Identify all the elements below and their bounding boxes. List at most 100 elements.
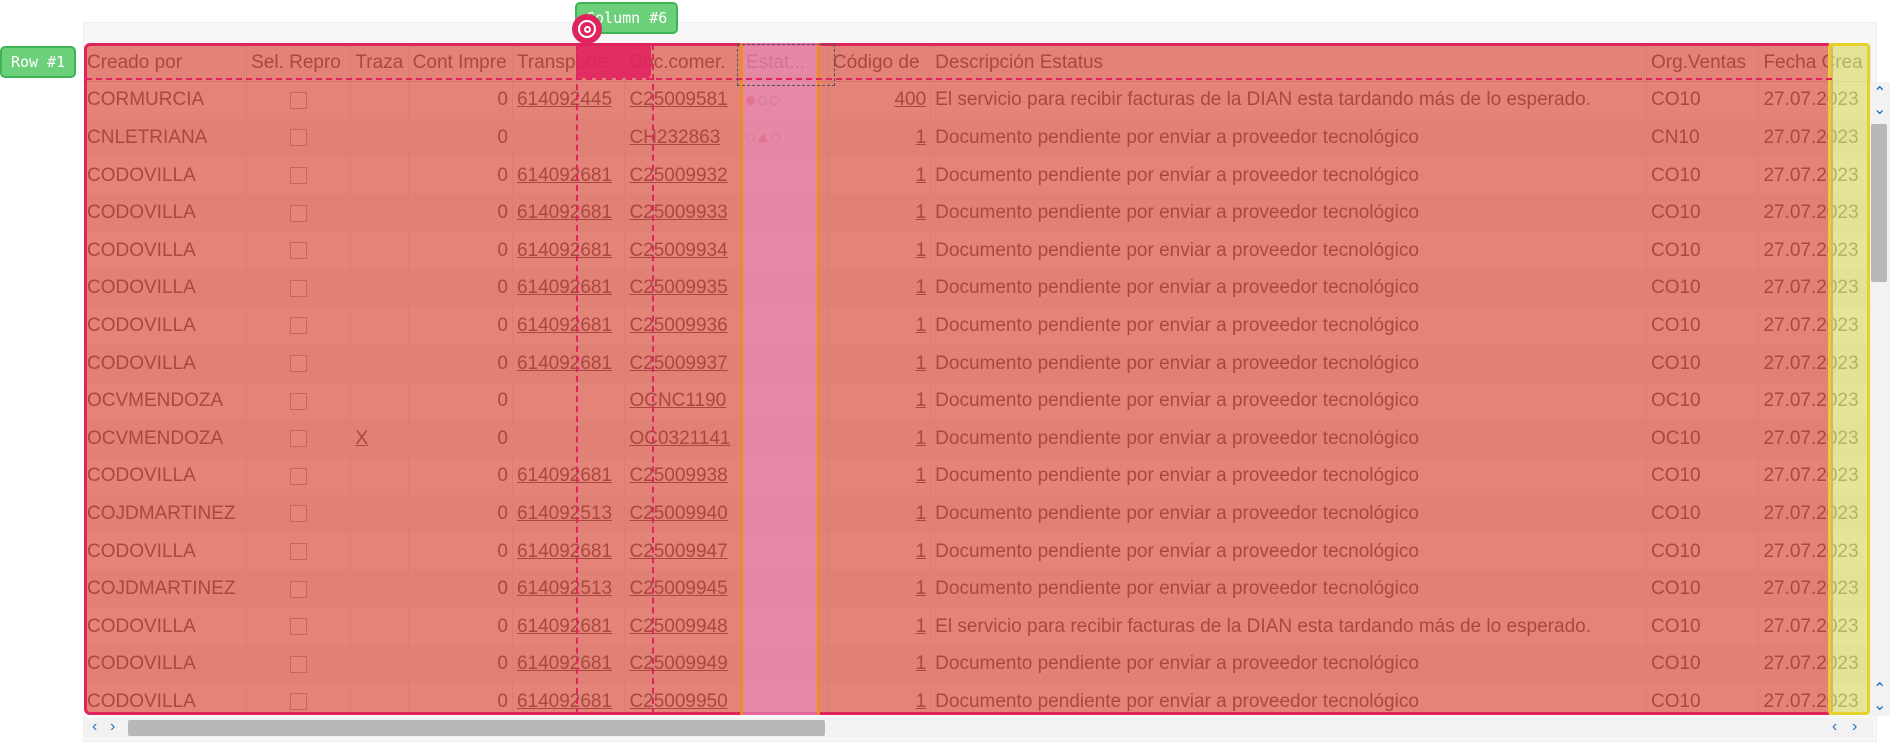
cell-transport[interactable] — [512, 382, 626, 421]
cell-code[interactable]: 1 — [828, 457, 932, 496]
cell-code[interactable]: 1 — [828, 645, 932, 684]
commercial-doc-link[interactable]: C25009949 — [629, 653, 727, 674]
table-row[interactable]: CODOVILLA 0 614092681 C25009934 1 Documento p… — [83, 231, 1871, 271]
reprocess-checkbox[interactable] — [290, 693, 308, 711]
transport-link[interactable]: 614092681 — [517, 240, 612, 261]
commercial-doc-link[interactable]: C25009932 — [629, 165, 727, 186]
table-row[interactable]: CODOVILLA 0 614092681 C25009932 1 Documento p… — [83, 156, 1871, 195]
column-header[interactable]: Fecha Crea — [1758, 44, 1871, 83]
transport-link[interactable]: 614092445 — [517, 89, 612, 110]
cell-code[interactable]: 1 — [828, 495, 932, 534]
commercial-doc-link[interactable]: CH232863 — [629, 127, 720, 148]
cell-select-reprocess[interactable] — [246, 119, 352, 158]
reprocess-checkbox[interactable] — [290, 355, 308, 373]
table-row[interactable]: CODOVILLA 0 614092681 C25009935 1 Documento p… — [83, 269, 1871, 308]
reprocess-checkbox[interactable] — [290, 91, 308, 109]
commercial-doc-link[interactable]: C25009935 — [629, 277, 727, 298]
table-row[interactable]: OCVMENDOZA 0 OCNC1190 1 Documento pendiente … — [83, 382, 1871, 421]
commercial-doc-link[interactable]: C25009581 — [629, 89, 727, 110]
cell-select-reprocess[interactable] — [246, 457, 352, 496]
cell-commercial-doc[interactable]: C25009950 — [624, 683, 742, 716]
transport-link[interactable]: 614092681 — [517, 653, 612, 674]
cell-commercial-doc[interactable]: CH232863 — [624, 119, 742, 158]
status-code-link[interactable]: 1 — [916, 240, 927, 261]
cell-trace[interactable] — [350, 269, 409, 308]
cell-transport[interactable]: 614092681 — [512, 457, 626, 496]
reprocess-checkbox[interactable] — [290, 430, 308, 448]
table-row[interactable]: CODOVILLA 0 614092681 C25009948 1 El servicio… — [83, 607, 1871, 646]
status-code-link[interactable]: 1 — [916, 353, 927, 374]
commercial-doc-link[interactable]: OC0321141 — [629, 428, 730, 449]
cell-select-reprocess[interactable] — [246, 231, 352, 271]
transport-link[interactable]: 614092681 — [517, 202, 612, 223]
table-row[interactable]: COJDMARTINEZ 0 614092513 C25009940 1 Document… — [83, 495, 1871, 534]
status-code-link[interactable]: 400 — [894, 89, 926, 110]
chevron-up-icon[interactable]: ⌃ — [1873, 682, 1886, 698]
cell-commercial-doc[interactable]: C25009938 — [624, 457, 742, 496]
transport-link[interactable]: 614092681 — [517, 315, 612, 336]
cell-commercial-doc[interactable]: C25009940 — [624, 495, 742, 534]
cell-transport[interactable]: 614092681 — [512, 307, 626, 346]
reprocess-checkbox[interactable] — [290, 129, 308, 147]
horizontal-scroll-thumb[interactable] — [128, 720, 825, 736]
column-header[interactable]: Sel. Repro — [246, 44, 352, 83]
cell-trace[interactable] — [350, 532, 409, 571]
chevron-right-icon[interactable]: › — [1852, 719, 1857, 735]
cell-transport[interactable]: 614092513 — [512, 570, 626, 609]
cell-transport[interactable] — [512, 119, 626, 158]
table-row[interactable]: CODOVILLA 0 614092681 C25009936 1 Documento p… — [83, 307, 1871, 346]
cell-transport[interactable]: 614092681 — [512, 683, 626, 716]
commercial-doc-link[interactable]: C25009950 — [629, 691, 727, 712]
transport-link[interactable]: 614092681 — [517, 691, 612, 712]
cell-commercial-doc[interactable]: C25009933 — [624, 194, 742, 233]
chevron-left-icon[interactable]: ‹ — [92, 719, 97, 735]
cell-select-reprocess[interactable] — [246, 344, 352, 383]
transport-link[interactable]: 614092681 — [517, 353, 612, 374]
cell-code[interactable]: 1 — [828, 194, 932, 233]
commercial-doc-link[interactable]: C25009938 — [629, 465, 727, 486]
status-code-link[interactable]: 1 — [916, 165, 927, 186]
cell-code[interactable]: 1 — [828, 344, 932, 383]
cell-code[interactable]: 1 — [828, 382, 932, 421]
reprocess-checkbox[interactable] — [290, 655, 308, 673]
cell-commercial-doc[interactable]: C25009945 — [624, 570, 742, 609]
commercial-doc-link[interactable]: C25009937 — [629, 353, 727, 374]
reprocess-checkbox[interactable] — [290, 505, 308, 523]
cell-trace[interactable] — [350, 457, 409, 496]
status-code-link[interactable]: 1 — [916, 541, 927, 562]
cell-code[interactable]: 1 — [828, 231, 932, 271]
cell-commercial-doc[interactable]: C25009937 — [624, 344, 742, 383]
status-code-link[interactable]: 1 — [916, 127, 927, 148]
commercial-doc-link[interactable]: C25009947 — [629, 541, 727, 562]
status-code-link[interactable]: 1 — [916, 691, 927, 712]
cell-trace[interactable] — [350, 683, 409, 716]
cell-select-reprocess[interactable] — [246, 269, 352, 308]
status-code-link[interactable]: 1 — [916, 277, 927, 298]
table-row[interactable]: CNLETRIANA 0 CH232863 1 Documento pendiente … — [83, 119, 1871, 158]
table-row[interactable]: CODOVILLA 0 614092681 C25009950 1 Documento p… — [83, 683, 1871, 716]
cell-trace[interactable]: X — [350, 419, 409, 459]
cell-transport[interactable]: 614092681 — [512, 231, 626, 271]
cell-select-reprocess[interactable] — [246, 645, 352, 684]
transport-link[interactable]: 614092681 — [517, 616, 612, 637]
column-header[interactable]: Traza — [350, 44, 409, 83]
status-code-link[interactable]: 1 — [916, 503, 927, 524]
reprocess-checkbox[interactable] — [290, 392, 308, 410]
reprocess-checkbox[interactable] — [290, 279, 308, 297]
commercial-doc-link[interactable]: C25009948 — [629, 616, 727, 637]
commercial-doc-link[interactable]: OCNC1190 — [629, 390, 726, 411]
table-row[interactable]: CODOVILLA 0 614092681 C25009938 1 Documento p… — [83, 457, 1871, 496]
status-code-link[interactable]: 1 — [916, 428, 927, 449]
status-code-link[interactable]: 1 — [916, 315, 927, 336]
cell-transport[interactable]: 614092681 — [512, 344, 626, 383]
cell-select-reprocess[interactable] — [246, 419, 352, 459]
cell-select-reprocess[interactable] — [246, 495, 352, 534]
cell-commercial-doc[interactable]: OC0321141 — [624, 419, 742, 459]
cell-trace[interactable] — [350, 194, 409, 233]
reprocess-checkbox[interactable] — [290, 242, 308, 260]
column-header[interactable]: Transporte — [512, 44, 626, 83]
cell-select-reprocess[interactable] — [246, 683, 352, 716]
cell-trace[interactable] — [350, 607, 409, 646]
cell-trace[interactable] — [350, 231, 409, 271]
cell-code[interactable]: 1 — [828, 269, 932, 308]
